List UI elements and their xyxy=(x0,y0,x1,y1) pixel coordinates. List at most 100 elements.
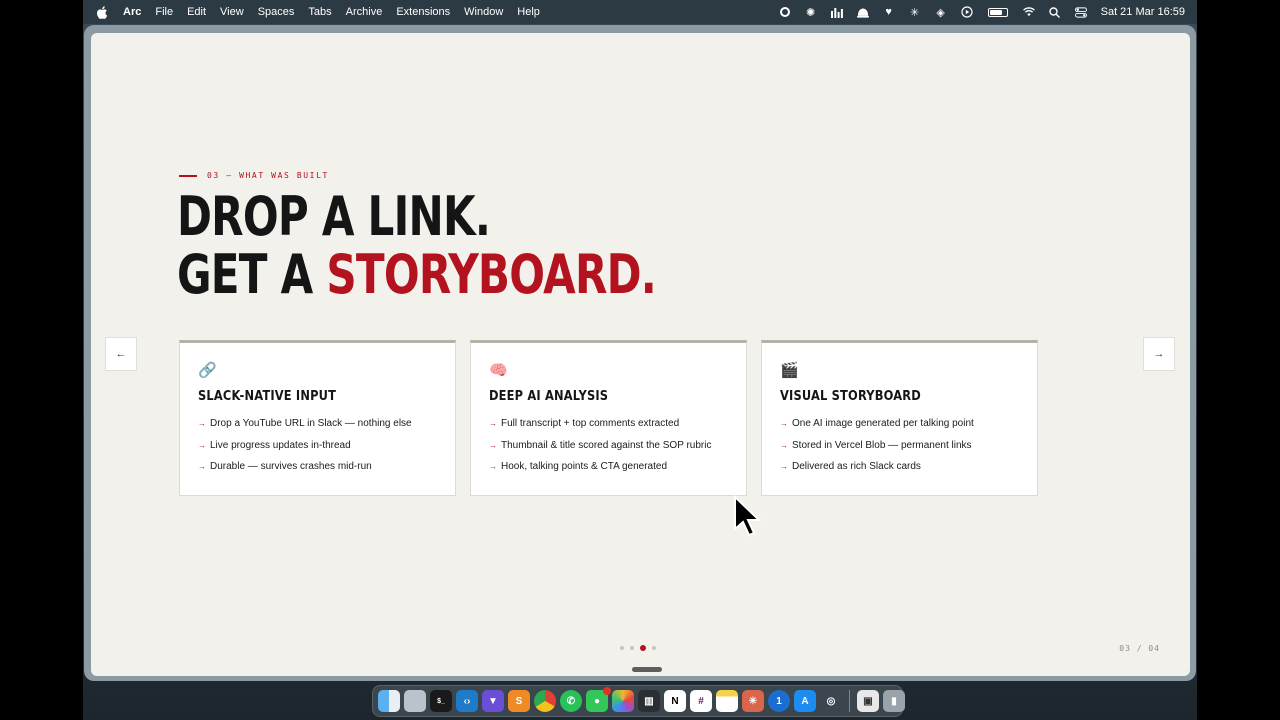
card-title: VISUAL STORYBOARD xyxy=(780,389,921,404)
card-bullet: → One AI image generated per talking poin… xyxy=(780,413,1019,435)
browser-window: 03 — WHAT WAS BUILT DROP A LINK. GET A S… xyxy=(84,25,1196,681)
next-slide-button[interactable]: → xyxy=(1143,337,1175,371)
bullet-text: Full transcript + top comments extracted xyxy=(501,418,680,430)
photos-icon[interactable] xyxy=(612,690,634,712)
bullet-text: Stored in Vercel Blob — permanent links xyxy=(792,439,972,451)
arrow-right-icon: → xyxy=(489,440,497,450)
bullet-text: Hook, talking points & CTA generated xyxy=(501,461,668,473)
window-drag-handle[interactable] xyxy=(632,667,662,672)
battery-icon[interactable] xyxy=(987,6,1009,18)
bullet-text: Drop a YouTube URL in Slack — nothing el… xyxy=(210,418,412,430)
vscode-icon[interactable]: ‹› xyxy=(456,690,478,712)
terminal-icon[interactable]: $_ xyxy=(430,690,452,712)
finder-icon[interactable] xyxy=(378,690,400,712)
slide-counter: 03 / 04 xyxy=(1119,644,1160,653)
feature-cards: 🔗 SLACK-NATIVE INPUT → Drop a YouTube URL… xyxy=(179,340,1038,496)
card-bullet: → Thumbnail & title scored against the SO… xyxy=(489,435,728,457)
pagination-dot[interactable] xyxy=(630,646,634,650)
card-title: SLACK-NATIVE INPUT xyxy=(198,389,337,404)
previous-slide-button[interactable]: ← xyxy=(105,337,137,371)
claude-icon[interactable]: ✳ xyxy=(742,690,764,712)
card-bullets: → Drop a YouTube URL in Slack — nothing e… xyxy=(198,413,437,478)
arrow-right-icon: → xyxy=(489,462,497,472)
play-icon[interactable] xyxy=(961,6,973,18)
bullet-text: One AI image generated per talking point xyxy=(792,418,974,430)
menu-extensions[interactable]: Extensions xyxy=(396,6,450,18)
menu-arc[interactable]: Arc xyxy=(123,6,141,18)
card-bullets: → Full transcript + top comments extracte… xyxy=(489,413,728,478)
slack-icon[interactable]: # xyxy=(690,690,712,712)
card-bullet: → Durable — survives crashes mid-run xyxy=(198,456,437,478)
slide-page: 03 — WHAT WAS BUILT DROP A LINK. GET A S… xyxy=(91,33,1190,676)
dock-separator xyxy=(849,690,850,712)
dock: $_ ‹› ▼ S ✆ ● ▥ N # ✳ 1 A ◎ ▣ ▮ xyxy=(372,685,905,717)
layers-icon[interactable]: ◈ xyxy=(935,6,947,19)
menu-spaces[interactable]: Spaces xyxy=(258,6,295,18)
search-icon[interactable] xyxy=(1049,6,1061,18)
arrow-right-icon: → xyxy=(1153,348,1165,360)
sun-icon[interactable]: ✺ xyxy=(805,6,817,19)
messages-icon[interactable]: ● xyxy=(586,687,611,712)
section-eyebrow: 03 — WHAT WAS BUILT xyxy=(179,171,329,180)
arrow-left-icon: ← xyxy=(115,348,127,360)
card-bullets: → One AI image generated per talking poin… xyxy=(780,413,1019,478)
arrow-right-icon: → xyxy=(780,462,788,472)
feature-card-ai-analysis: 🧠 DEEP AI ANALYSIS → Full transcript + to… xyxy=(470,340,747,496)
arrow-right-icon: → xyxy=(489,419,497,429)
slide-pagination-dots xyxy=(620,645,656,651)
preview-icon[interactable]: ▣ xyxy=(857,690,879,712)
card-bullet: → Live progress updates in-thread xyxy=(198,435,437,457)
eyebrow-rule xyxy=(179,174,197,177)
arrow-right-icon: → xyxy=(780,440,788,450)
headline-line-2: GET A STORYBOARD. xyxy=(177,246,657,304)
vpn-icon[interactable]: ▼ xyxy=(482,690,504,712)
arrow-right-icon: → xyxy=(198,462,206,472)
arrow-right-icon: → xyxy=(780,419,788,429)
pagination-dot-active[interactable] xyxy=(640,645,646,651)
bell-icon[interactable] xyxy=(856,6,869,18)
headline-line-1: DROP A LINK. xyxy=(177,185,491,248)
pagination-dot[interactable] xyxy=(652,646,656,650)
stats-icon[interactable]: ▥ xyxy=(638,690,660,712)
chrome-icon[interactable] xyxy=(534,690,556,712)
feature-card-slack-input: 🔗 SLACK-NATIVE INPUT → Drop a YouTube URL… xyxy=(179,340,456,496)
menu-edit[interactable]: Edit xyxy=(187,6,206,18)
menu-file[interactable]: File xyxy=(155,6,173,18)
eyebrow-text: 03 — WHAT WAS BUILT xyxy=(207,171,329,180)
control-center-icon[interactable] xyxy=(1074,6,1087,18)
pagination-dot[interactable] xyxy=(620,646,624,650)
notes-icon[interactable] xyxy=(716,690,738,712)
desktop: Arc File Edit View Spaces Tabs Archive E… xyxy=(83,0,1197,720)
chart-icon[interactable] xyxy=(830,6,843,18)
onepassword-icon[interactable]: 1 xyxy=(768,690,790,712)
sublime-icon[interactable]: S xyxy=(508,690,530,712)
bullet-text: Thumbnail & title scored against the SOP… xyxy=(501,439,712,451)
screenshot-icon[interactable]: ◎ xyxy=(820,690,842,712)
menu-archive[interactable]: Archive xyxy=(346,6,383,18)
menu-bar-clock[interactable]: Sat 21 Mar 16:59 xyxy=(1101,6,1185,18)
heart-check-icon[interactable]: ♥ xyxy=(883,6,895,18)
arrow-right-icon: → xyxy=(198,440,206,450)
menu-help[interactable]: Help xyxy=(517,6,540,18)
trash-icon[interactable]: ▮ xyxy=(883,690,905,712)
menu-tabs[interactable]: Tabs xyxy=(308,6,331,18)
bullet-text: Live progress updates in-thread xyxy=(210,439,351,451)
wifi-icon[interactable] xyxy=(1022,6,1035,18)
card-bullet: → Stored in Vercel Blob — permanent links xyxy=(780,435,1019,457)
link-icon: 🔗 xyxy=(198,362,217,379)
bullet-text: Durable — survives crashes mid-run xyxy=(210,461,372,473)
card-bullet: → Drop a YouTube URL in Slack — nothing e… xyxy=(198,413,437,435)
mouse-cursor-icon xyxy=(734,495,761,537)
appstore-icon[interactable]: A xyxy=(794,690,816,712)
card-bullet: → Full transcript + top comments extracte… xyxy=(489,413,728,435)
files-icon[interactable] xyxy=(404,690,426,712)
record-icon[interactable] xyxy=(779,6,791,18)
menu-view[interactable]: View xyxy=(220,6,244,18)
apple-icon[interactable] xyxy=(95,5,109,19)
clapperboard-icon: 🎬 xyxy=(780,362,799,379)
whatsapp-icon[interactable]: ✆ xyxy=(560,690,582,712)
sparkle-icon[interactable]: ✳ xyxy=(909,6,921,19)
notion-icon[interactable]: N xyxy=(664,690,686,712)
brain-icon: 🧠 xyxy=(489,362,508,379)
menu-window[interactable]: Window xyxy=(464,6,503,18)
